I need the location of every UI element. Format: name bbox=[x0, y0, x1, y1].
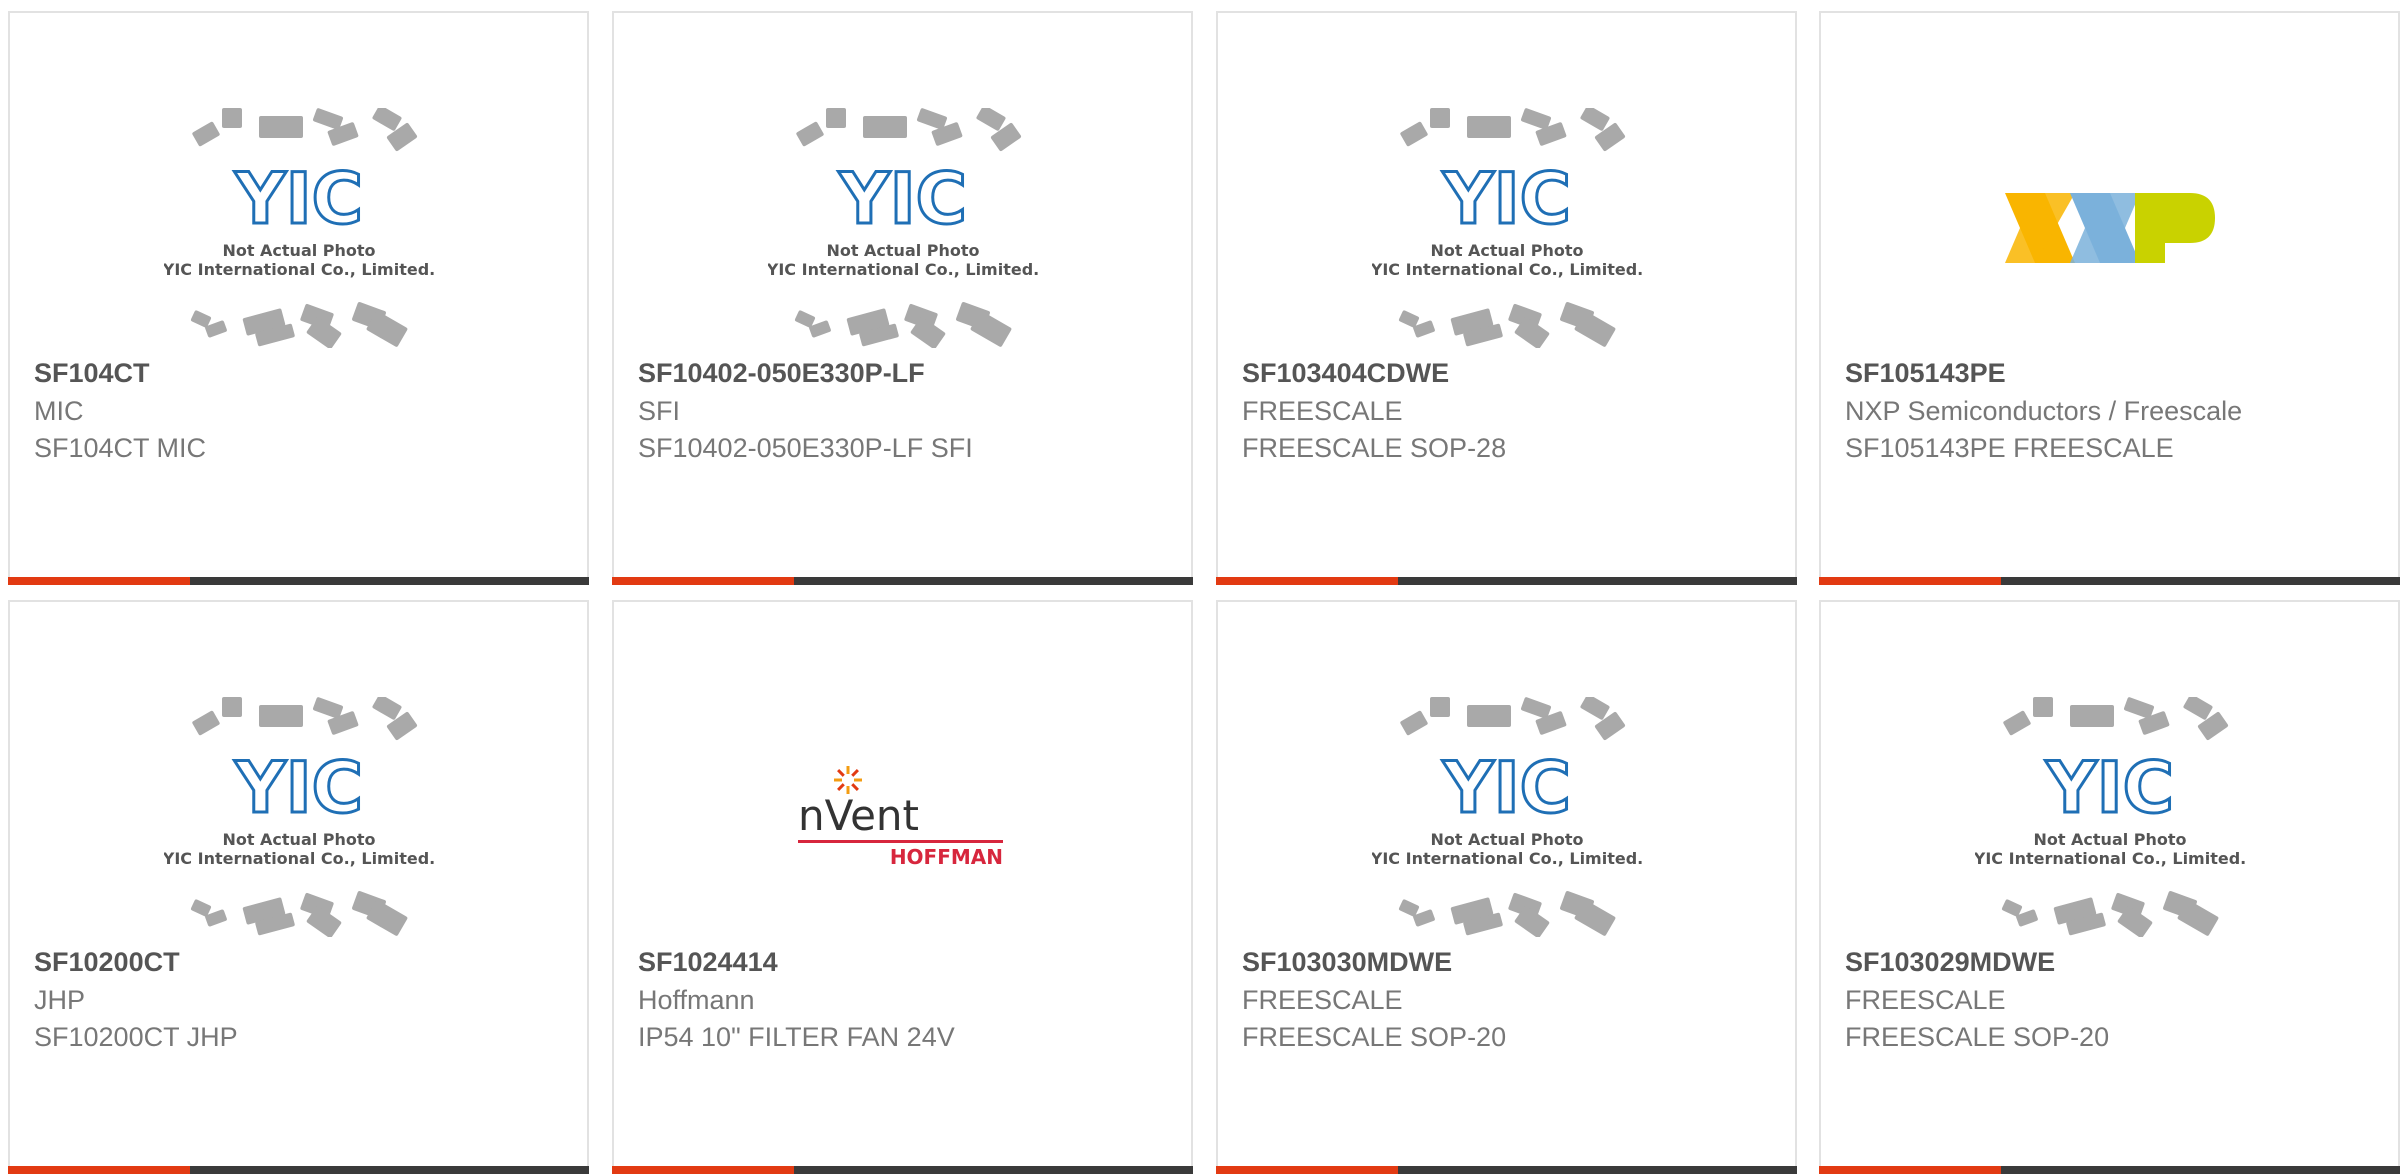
card-footer-bar bbox=[612, 577, 1193, 585]
sun-icon bbox=[833, 766, 862, 794]
yic-logo: YIC bbox=[837, 158, 966, 240]
yic-logo: YIC bbox=[1441, 158, 1570, 240]
description: FREESCALE SOP-20 bbox=[1242, 1022, 1507, 1052]
product-grid: YIC Not Actual Photo YIC International Co.… bbox=[0, 0, 2400, 1174]
manufacturer: FREESCALE bbox=[1242, 985, 1403, 1015]
placeholder-caption-1: Not Actual Photo bbox=[222, 830, 375, 849]
card-footer-bar bbox=[1216, 1166, 1797, 1174]
product-image[interactable]: YIC Not Actual Photo YIC International Co.… bbox=[1218, 682, 1795, 952]
part-number[interactable]: SF104CT bbox=[34, 358, 150, 389]
manufacturer: NXP Semiconductors / Freescale bbox=[1845, 396, 2243, 426]
card-footer-bar bbox=[8, 1166, 589, 1174]
card-footer-bar bbox=[612, 1166, 1193, 1174]
part-number[interactable]: SF10402-050E330P-LF bbox=[638, 358, 925, 389]
manufacturer: FREESCALE bbox=[1242, 396, 1403, 426]
product-image[interactable]: nVent HOFFMAN bbox=[614, 682, 1191, 952]
manufacturer: JHP bbox=[34, 985, 86, 1015]
card-footer-bar bbox=[1216, 577, 1797, 585]
yic-placeholder-image: YICNot Actual PhotoYIC International Co.… bbox=[1975, 697, 2245, 937]
product-image[interactable]: YIC Not Actual Photo YIC International Co.… bbox=[10, 682, 587, 952]
yic-logo: YIC bbox=[2044, 747, 2173, 829]
product-card[interactable]: YIC Not Actual Photo YIC International Co.… bbox=[8, 11, 589, 585]
product-card[interactable]: YIC Not Actual Photo YIC International Co.… bbox=[8, 600, 589, 1174]
product-image[interactable]: YIC Not Actual Photo YIC International Co.… bbox=[1821, 682, 2398, 952]
product-card[interactable]: YIC Not Actual Photo YIC International Co.… bbox=[1216, 11, 1797, 585]
placeholder-caption-2: YIC International Co., Limited. bbox=[164, 260, 434, 279]
yic-logo: YIC bbox=[233, 158, 362, 240]
description: SF10200CT JHP bbox=[34, 1022, 238, 1052]
placeholder-caption-2: YIC International Co., Limited. bbox=[1372, 260, 1642, 279]
description: IP54 10" FILTER FAN 24V bbox=[638, 1022, 955, 1052]
placeholder-caption-1: Not Actual Photo bbox=[222, 241, 375, 260]
description: FREESCALE SOP-20 bbox=[1845, 1022, 2110, 1052]
description: SF10402-050E330P-LF SFI bbox=[638, 433, 973, 463]
placeholder-caption-2: YIC International Co., Limited. bbox=[768, 260, 1038, 279]
manufacturer: Hoffmann bbox=[638, 985, 755, 1015]
yic-placeholder-image: YICNot Actual PhotoYIC International Co.… bbox=[1372, 697, 1642, 937]
manufacturer: SFI bbox=[638, 396, 681, 426]
manufacturer: FREESCALE bbox=[1845, 985, 2006, 1015]
yic-placeholder-image: YICNot Actual PhotoYIC International Co.… bbox=[164, 697, 434, 937]
product-image[interactable]: YIC Not Actual Photo YIC International Co.… bbox=[614, 93, 1191, 363]
manufacturer: MIC bbox=[34, 396, 84, 426]
yic-logo: YIC bbox=[233, 747, 362, 829]
part-number[interactable]: SF105143PE bbox=[1845, 358, 2006, 389]
part-number[interactable]: SF103030MDWE bbox=[1242, 947, 1452, 978]
product-image[interactable]: NXP bbox=[1821, 93, 2398, 363]
product-card[interactable]: YIC Not Actual Photo YIC International Co.… bbox=[1216, 600, 1797, 1174]
part-number[interactable]: SF1024414 bbox=[638, 947, 778, 978]
hoffman-wordmark: HOFFMAN bbox=[889, 845, 1002, 869]
card-footer-bar bbox=[1819, 577, 2400, 585]
card-footer-bar bbox=[1819, 1166, 2400, 1174]
placeholder-caption-2: YIC International Co., Limited. bbox=[1975, 849, 2245, 868]
part-number[interactable]: SF103404CDWE bbox=[1242, 358, 1449, 389]
nvent-hoffman-logo: nVent HOFFMAN bbox=[797, 766, 1003, 869]
placeholder-caption-2: YIC International Co., Limited. bbox=[1372, 849, 1642, 868]
product-card[interactable]: YIC Not Actual Photo YIC International Co.… bbox=[612, 11, 1193, 585]
yic-placeholder-image: YICNot Actual PhotoYIC International Co.… bbox=[164, 108, 434, 348]
product-image[interactable]: YIC Not Actual Photo YIC International Co.… bbox=[10, 93, 587, 363]
placeholder-caption-1: Not Actual Photo bbox=[1430, 241, 1583, 260]
product-card[interactable]: NXP SF105143PE NXP Semiconductors / Free… bbox=[1819, 11, 2400, 585]
description: SF105143PE FREESCALE bbox=[1845, 433, 2174, 463]
yic-placeholder-image: YICNot Actual PhotoYIC International Co.… bbox=[768, 108, 1038, 348]
product-card[interactable]: YIC Not Actual Photo YIC International Co.… bbox=[1819, 600, 2400, 1174]
description: SF104CT MIC bbox=[34, 433, 207, 463]
product-image[interactable]: YIC Not Actual Photo YIC International Co.… bbox=[1218, 93, 1795, 363]
yic-placeholder-image: YICNot Actual PhotoYIC International Co.… bbox=[1372, 108, 1642, 348]
svg-text:NXP: NXP bbox=[2108, 235, 2110, 237]
placeholder-caption-1: Not Actual Photo bbox=[1430, 830, 1583, 849]
placeholder-caption-1: Not Actual Photo bbox=[2033, 830, 2186, 849]
placeholder-caption-2: YIC International Co., Limited. bbox=[164, 849, 434, 868]
product-card[interactable]: nVent HOFFMAN SF1024414 Hoffmann IP54 10"… bbox=[612, 600, 1193, 1174]
nxp-logo: NXP bbox=[2004, 193, 2215, 263]
card-footer-bar bbox=[8, 577, 589, 585]
yic-logo: YIC bbox=[1441, 747, 1570, 829]
placeholder-caption-1: Not Actual Photo bbox=[826, 241, 979, 260]
description: FREESCALE SOP-28 bbox=[1242, 433, 1507, 463]
part-number[interactable]: SF10200CT bbox=[34, 947, 180, 978]
nvent-wordmark: nVent bbox=[798, 791, 919, 840]
part-number[interactable]: SF103029MDWE bbox=[1845, 947, 2055, 978]
